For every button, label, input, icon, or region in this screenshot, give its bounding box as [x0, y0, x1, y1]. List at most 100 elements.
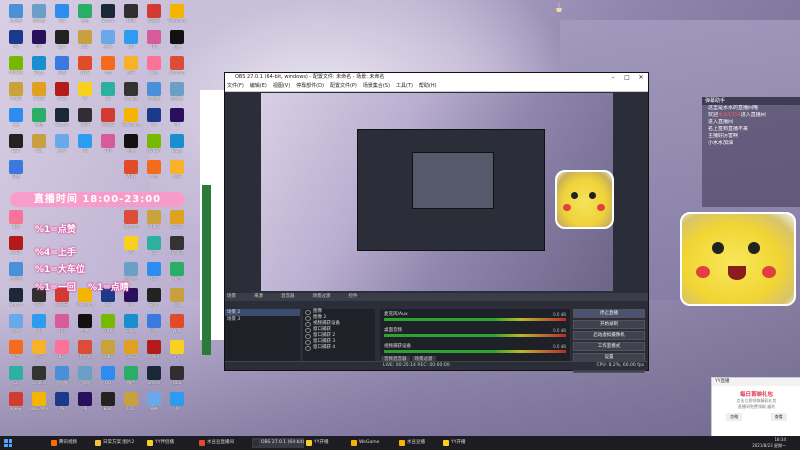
desktop-icon[interactable]: Chrome [74, 340, 96, 366]
obs-menu-item[interactable]: 场景集合(S) [363, 83, 390, 89]
desktop-icon[interactable]: 回收站 [28, 4, 50, 30]
taskbar-clock[interactable]: 18:34 2021/8/23 星期一 [752, 437, 786, 449]
control-button[interactable]: 工作室模式 [573, 342, 645, 351]
obs-menu-item[interactable]: 配置文件(P) [330, 83, 357, 89]
desktop-icon[interactable]: Epic [143, 288, 165, 314]
desktop-icon[interactable]: Edge [120, 314, 142, 340]
volume-meter[interactable] [384, 334, 566, 337]
dock-tab[interactable]: 场景过渡 [313, 294, 331, 299]
desktop-icon[interactable]: NVIDIA [5, 56, 27, 82]
dock-tab[interactable]: 来源 [254, 294, 263, 299]
desktop-icon[interactable]: CC [5, 366, 27, 392]
notification-ignore-button[interactable]: 忽略 [726, 413, 743, 421]
desktop-icon[interactable]: APEX [5, 236, 27, 262]
desktop-icon[interactable]: 原神 [51, 134, 73, 160]
desktop-icon[interactable]: NVIDIA [97, 314, 119, 340]
desktop-icon[interactable]: 迅雷 [51, 56, 73, 82]
dock-tab[interactable]: 控件 [349, 294, 358, 299]
desktop-icon[interactable]: QQ [51, 4, 73, 30]
scene-list[interactable]: 场景 2 场景 3 [225, 309, 300, 361]
mixer-track[interactable]: 桌面音频 0.0 dB [384, 328, 566, 341]
desktop-icon[interactable]: 网易云 [5, 392, 27, 418]
taskbar-app[interactable]: YY伴侣播 [146, 438, 174, 448]
desktop-icon[interactable]: CSGO [28, 82, 50, 108]
desktop-icon[interactable]: APEX [143, 340, 165, 366]
desktop-icon[interactable]: B站 [51, 340, 73, 366]
desktop-icon[interactable]: 斗鱼 [97, 56, 119, 82]
taskbar-app[interactable]: WeGame [350, 438, 379, 448]
taskbar-app[interactable]: YY开播 [442, 438, 466, 448]
desktop-icon[interactable]: 此电脑 [5, 262, 27, 288]
desktop-icon[interactable]: PR [166, 108, 188, 134]
desktop-icon[interactable]: QQ [143, 262, 165, 288]
dock-tab[interactable]: 场景 [227, 294, 236, 299]
minimize-icon[interactable]: – [606, 73, 620, 82]
desktop-icon[interactable]: TIM [97, 134, 119, 160]
desktop-icon[interactable]: WeGame [120, 108, 142, 134]
desktop-icon[interactable]: 此电脑 [5, 4, 27, 30]
desktop-icon[interactable]: 斗鱼 [5, 340, 27, 366]
obs-menu-item[interactable]: 文件(F) [227, 83, 244, 89]
control-button[interactable]: 停止直播 [573, 309, 645, 318]
desktop-icon[interactable]: UU [120, 30, 142, 56]
desktop-icon[interactable]: LOL [166, 288, 188, 314]
obs-menu-item[interactable]: 帮助(H) [419, 83, 437, 89]
desktop-icon[interactable]: 网易云 [97, 108, 119, 134]
desktop-icon[interactable]: 迅雷 [5, 160, 27, 186]
desktop-icon[interactable]: TIM [143, 30, 165, 56]
desktop-icon[interactable]: YY [74, 82, 96, 108]
desktop-icon[interactable]: 剪映 [120, 134, 142, 160]
desktop-icon[interactable]: B站 [5, 210, 27, 236]
close-icon[interactable]: ✕ [634, 73, 648, 82]
desktop-icon[interactable]: Edge [166, 134, 188, 160]
desktop-icon[interactable]: PS [5, 30, 27, 56]
desktop-icon[interactable]: Epic [5, 134, 27, 160]
volume-meter[interactable] [384, 318, 566, 321]
desktop-icon[interactable]: Oculus [166, 236, 188, 262]
desktop-icon[interactable]: Steam [5, 288, 27, 314]
desktop-icon[interactable]: WPS [120, 160, 142, 186]
desktop-icon[interactable]: TIM [51, 314, 73, 340]
desktop-icon[interactable]: CC [143, 236, 165, 262]
desktop-icon[interactable]: Chrome [166, 56, 188, 82]
desktop-icon[interactable]: WeGame [166, 4, 188, 30]
desktop-icon[interactable]: 微信 [74, 4, 96, 30]
desktop-icon[interactable]: LOL [74, 30, 96, 56]
desktop-icon[interactable]: PUBG [143, 210, 165, 236]
desktop-icon[interactable]: 原神 [97, 30, 119, 56]
maximize-icon[interactable]: □ [620, 73, 634, 82]
desktop-icon[interactable]: 虎牙 [120, 56, 142, 82]
desktop-icon[interactable]: NVIDIA [143, 134, 165, 160]
desktop-icon[interactable]: 虎牙 [28, 340, 50, 366]
desktop-icon[interactable]: APEX [51, 82, 73, 108]
desktop-icon[interactable]: 剪映 [74, 314, 96, 340]
desktop-icon[interactable]: Oculus [120, 82, 142, 108]
desktop-icon[interactable]: 剪映 [166, 30, 188, 56]
desktop-icon[interactable]: Steam [97, 4, 119, 30]
desktop-icon[interactable]: 原神 [5, 314, 27, 340]
desktop-icon[interactable]: 此电脑 [143, 82, 165, 108]
desktop-icon[interactable]: PS [143, 108, 165, 134]
visibility-eye-icon[interactable] [305, 346, 311, 351]
obs-titlebar[interactable]: OBS 27.0.1 (64-bit, windows) - 配置文件: 未命名… [225, 73, 648, 82]
taskbar-app[interactable]: 水豆豆直播间 [198, 438, 234, 448]
desktop-icon[interactable]: 原神 [143, 392, 165, 418]
desktop-icon[interactable]: OBS [120, 4, 142, 30]
desktop-icon[interactable]: Steam [51, 108, 73, 134]
obs-menu-item[interactable]: 停靠部件(D) [296, 83, 324, 89]
volume-meter[interactable] [384, 350, 566, 353]
desktop-icon[interactable]: PUBG [97, 340, 119, 366]
desktop-icon[interactable]: PS [51, 392, 73, 418]
source-item[interactable]: 窗口捕获 4 [303, 345, 375, 351]
desktop-icon[interactable]: 迅雷 [143, 314, 165, 340]
desktop-icon[interactable]: LOL [28, 134, 50, 160]
obs-menu-item[interactable]: 视图(V) [273, 83, 290, 89]
desktop-icon[interactable]: 微信 [28, 108, 50, 134]
source-list[interactable]: 图像 图像 2 视频捕获设备 窗口捕获 窗口捕获 2 窗口捕获 3 窗口捕获 4 [303, 309, 375, 361]
desktop-icon[interactable]: CSGO [166, 210, 188, 236]
scene-item[interactable]: 场景 2 [225, 309, 300, 316]
desktop-icon[interactable]: WeGame [28, 392, 50, 418]
desktop-icon[interactable]: 斗鱼 [143, 160, 165, 186]
desktop-icon[interactable]: 回收站 [166, 82, 188, 108]
desktop-icon[interactable]: YY [120, 236, 142, 262]
